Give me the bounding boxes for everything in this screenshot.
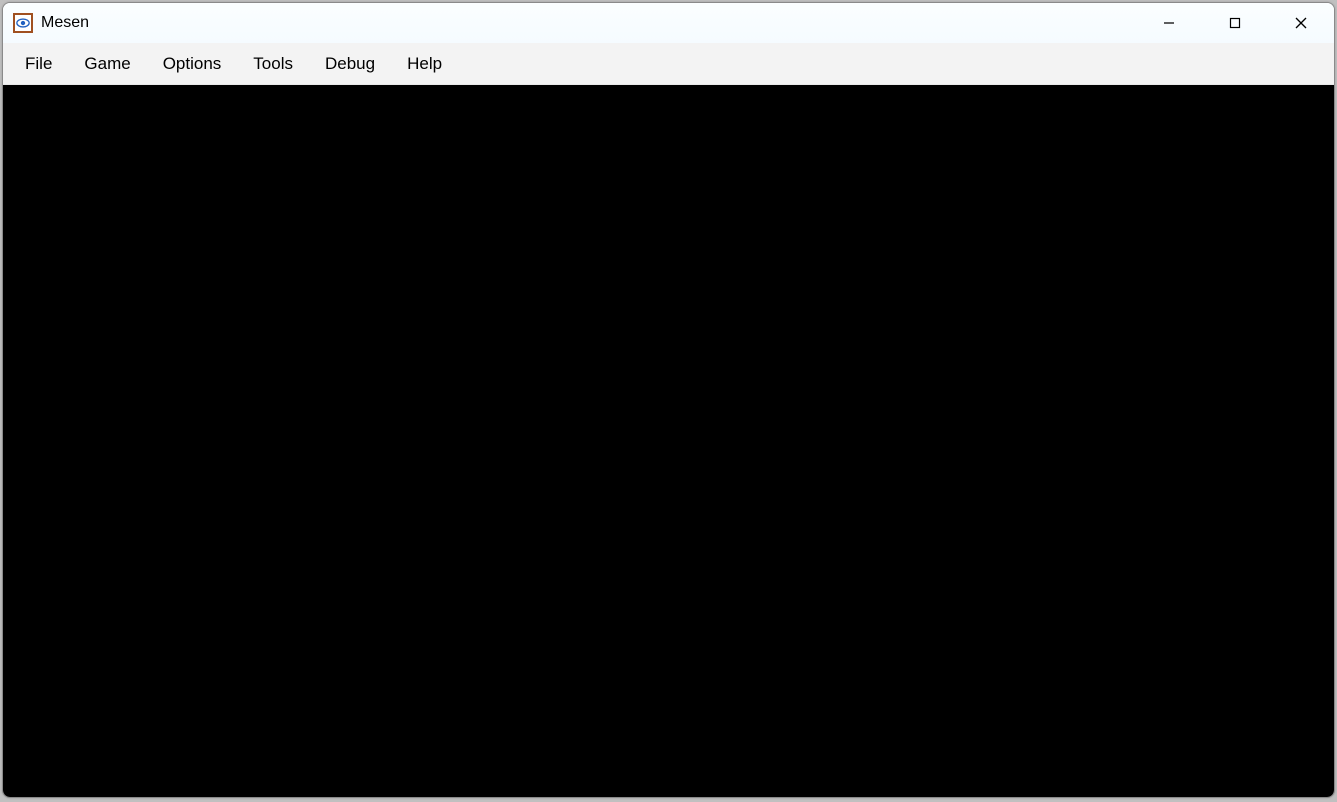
menubar: File Game Options Tools Debug Help — [3, 43, 1334, 85]
close-icon — [1294, 16, 1308, 30]
menu-debug[interactable]: Debug — [309, 46, 391, 82]
app-window: Mesen File Game Opt — [2, 2, 1335, 798]
minimize-button[interactable] — [1136, 3, 1202, 43]
emulator-display[interactable] — [3, 85, 1334, 797]
menu-options[interactable]: Options — [147, 46, 238, 82]
maximize-icon — [1228, 16, 1242, 30]
menu-help[interactable]: Help — [391, 46, 458, 82]
close-button[interactable] — [1268, 3, 1334, 43]
menu-file[interactable]: File — [9, 46, 68, 82]
menu-game[interactable]: Game — [68, 46, 146, 82]
app-title: Mesen — [41, 14, 89, 32]
minimize-icon — [1162, 16, 1176, 30]
titlebar-left: Mesen — [13, 13, 89, 33]
maximize-button[interactable] — [1202, 3, 1268, 43]
menu-tools[interactable]: Tools — [237, 46, 309, 82]
titlebar[interactable]: Mesen — [3, 3, 1334, 43]
window-controls — [1136, 3, 1334, 43]
mesen-eye-icon — [16, 16, 30, 30]
app-icon — [13, 13, 33, 33]
